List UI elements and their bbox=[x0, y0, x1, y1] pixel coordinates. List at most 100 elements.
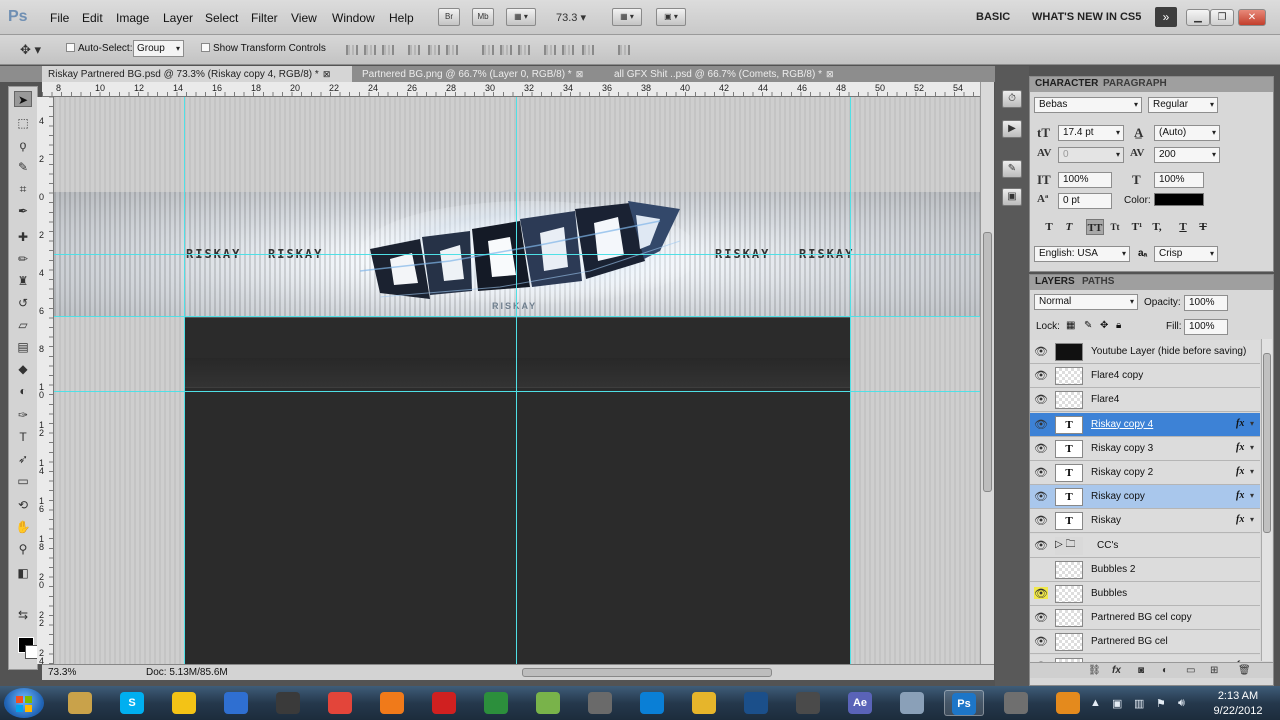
layer-row[interactable]: 👁︎ T Riskay copy 2 fx ▾ bbox=[1030, 461, 1260, 485]
tray-network-icon[interactable]: ▥ bbox=[1134, 697, 1144, 710]
close-tab-icon[interactable]: ⊠ bbox=[323, 69, 331, 79]
distribute-hcenter-icon[interactable] bbox=[562, 45, 574, 55]
tray-flag-icon[interactable]: ⚑ bbox=[1156, 697, 1166, 710]
guide-horizontal[interactable] bbox=[54, 254, 980, 255]
notepad-icon[interactable] bbox=[476, 690, 516, 716]
layers-scroll-thumb[interactable] bbox=[1263, 353, 1271, 533]
horizontal-scroll-thumb[interactable] bbox=[522, 668, 772, 677]
minimize-button[interactable]: ▁ bbox=[1186, 9, 1210, 26]
clone-source-panel-icon[interactable]: ▣ bbox=[1002, 188, 1022, 206]
layer-row[interactable]: 👁︎ Youtube Layer (hide before saving) bbox=[1030, 340, 1260, 364]
kerning-field[interactable]: 0 ▾ bbox=[1058, 147, 1124, 163]
window-icon[interactable] bbox=[892, 690, 932, 716]
layer-effects-icon[interactable]: fx bbox=[1236, 490, 1244, 501]
baseline-shift-field[interactable]: 0 pt bbox=[1058, 193, 1112, 209]
blend-mode-dropdown[interactable]: Normal ▾ bbox=[1034, 294, 1138, 310]
distribute-left-icon[interactable] bbox=[544, 45, 556, 55]
visibility-eye-icon[interactable] bbox=[1034, 563, 1048, 575]
new-group-icon[interactable]: ▭ bbox=[1186, 665, 1195, 676]
hand-tool-icon[interactable]: ✋ bbox=[14, 519, 32, 535]
media-icon[interactable] bbox=[1048, 690, 1088, 716]
chrome-icon[interactable] bbox=[320, 690, 360, 716]
tray-expand-icon[interactable]: ▲ bbox=[1090, 697, 1101, 709]
auto-select-checkbox[interactable] bbox=[66, 43, 75, 52]
lock-all-icon[interactable]: 🔒︎ bbox=[1116, 320, 1121, 331]
layer-row[interactable]: 👁︎ Bubbles bbox=[1030, 582, 1260, 606]
language-dropdown[interactable]: English: USA ▾ bbox=[1034, 246, 1130, 262]
layer-effects-icon[interactable]: fx bbox=[1236, 442, 1244, 453]
visibility-eye-icon[interactable]: 👁︎ bbox=[1034, 393, 1048, 406]
actions-panel-icon[interactable]: ▶ bbox=[1002, 120, 1022, 138]
gradient-tool-icon[interactable]: ▤ bbox=[14, 339, 32, 355]
expand-effects-icon[interactable]: ▾ bbox=[1250, 443, 1254, 452]
steam-icon[interactable] bbox=[736, 690, 776, 716]
new-layer-icon[interactable]: ⊞ bbox=[1210, 665, 1218, 676]
zoom-tool-icon[interactable]: ⚲ bbox=[14, 541, 32, 557]
teamviewer-icon[interactable] bbox=[632, 690, 672, 716]
antialias-dropdown[interactable]: Crisp ▾ bbox=[1154, 246, 1218, 262]
align-right-icon[interactable] bbox=[446, 45, 458, 55]
tab-paragraph[interactable]: PARAGRAPH bbox=[1103, 78, 1167, 89]
layer-row[interactable]: 👁︎ ▷ 🗀︎ CC's bbox=[1030, 533, 1260, 558]
screen-mode-button[interactable]: ▣ ▾ bbox=[656, 8, 686, 26]
shape-tool-icon[interactable]: ▭ bbox=[14, 473, 32, 489]
align-top-icon[interactable] bbox=[346, 45, 358, 55]
visibility-eye-icon[interactable]: 👁︎ bbox=[1034, 514, 1048, 527]
clock-date[interactable]: 9/22/2012 bbox=[1208, 705, 1268, 717]
visibility-eye-icon[interactable]: 👁︎ bbox=[1034, 345, 1048, 358]
marquee-tool-icon[interactable]: ⬚ bbox=[14, 115, 32, 131]
guide-vertical[interactable] bbox=[184, 97, 185, 664]
align-left-icon[interactable] bbox=[408, 45, 420, 55]
close-tab-icon[interactable]: ⊠ bbox=[576, 69, 584, 79]
layer-effects-icon[interactable]: fx bbox=[1236, 418, 1244, 429]
tools-icon[interactable] bbox=[996, 690, 1036, 716]
layer-row[interactable]: 👁︎ Flare4 bbox=[1030, 388, 1260, 413]
crop-tool-icon[interactable]: ⌗ bbox=[14, 181, 32, 197]
distribute-vcenter-icon[interactable] bbox=[500, 45, 512, 55]
guide-horizontal[interactable] bbox=[54, 316, 980, 317]
3d-rotate-tool-icon[interactable]: ⟲ bbox=[14, 497, 32, 513]
faux-bold-button[interactable]: T bbox=[1040, 219, 1058, 235]
distribute-bottom-icon[interactable] bbox=[518, 45, 530, 55]
delete-layer-icon[interactable]: 🗑︎ bbox=[1238, 665, 1251, 676]
layer-row[interactable]: 👁︎ T Riskay copy 4 fx ▾ bbox=[1030, 412, 1260, 437]
visibility-eye-icon[interactable]: 👁︎ bbox=[1034, 635, 1048, 648]
clone-stamp-tool-icon[interactable]: ♜ bbox=[14, 273, 32, 289]
tab-layers[interactable]: LAYERS bbox=[1035, 276, 1075, 287]
healing-brush-tool-icon[interactable]: ✚ bbox=[14, 229, 32, 245]
clock-time[interactable]: 2:13 AM bbox=[1208, 690, 1268, 702]
default-colors-icon[interactable]: ◧ bbox=[14, 565, 32, 581]
layers-scrollbar[interactable] bbox=[1261, 339, 1272, 661]
layer-row[interactable]: 👁︎ Partnered BG cel copy bbox=[1030, 606, 1260, 631]
horizontal-ruler[interactable]: 8 10 12 14 16 18 20 22 24 26 28 30 32 34 36 38 40 42 44 46 4… bbox=[42, 82, 980, 97]
superscript-button[interactable]: T¹ bbox=[1128, 219, 1146, 235]
visibility-eye-icon[interactable]: 👁︎ bbox=[1034, 539, 1048, 552]
menu-view[interactable]: View bbox=[291, 11, 317, 25]
bridge-button[interactable]: Br bbox=[438, 8, 460, 26]
start-button[interactable] bbox=[4, 688, 44, 718]
tab-riskay-partnered-bg[interactable]: Riskay Partnered BG.psd @ 73.3% (Riskay … bbox=[42, 66, 352, 82]
font-style-dropdown[interactable]: Regular ▾ bbox=[1148, 97, 1218, 113]
add-mask-icon[interactable]: ◙ bbox=[1138, 665, 1144, 676]
tab-paths[interactable]: PATHS bbox=[1082, 276, 1114, 287]
close-tab-icon[interactable]: ⊠ bbox=[826, 69, 834, 79]
horizontal-scale-field[interactable]: 100% bbox=[1154, 172, 1204, 188]
menu-filter[interactable]: Filter bbox=[251, 11, 278, 25]
adjustment-layer-icon[interactable]: ◐ bbox=[1162, 665, 1168, 676]
add-layer-style-icon[interactable]: fx bbox=[1112, 665, 1121, 676]
underline-button[interactable]: T bbox=[1174, 219, 1192, 235]
expand-effects-icon[interactable]: ▾ bbox=[1250, 467, 1254, 476]
vertical-ruler[interactable]: 42024681 01 21 41 61 82 02 22 42 6 bbox=[37, 97, 54, 704]
arrange-documents-button[interactable]: ▦ ▾ bbox=[612, 8, 642, 26]
pen-tool-icon[interactable]: ✑ bbox=[14, 407, 32, 423]
faux-italic-button[interactable]: T bbox=[1060, 219, 1078, 235]
move-tool-icon[interactable]: ➤ bbox=[14, 91, 32, 107]
menu-edit[interactable]: Edit bbox=[82, 11, 103, 25]
xsplit-icon[interactable] bbox=[268, 690, 308, 716]
brush-panel-icon[interactable]: ✎ bbox=[1002, 160, 1022, 178]
visibility-eye-icon[interactable]: 👁︎ bbox=[1034, 611, 1048, 624]
monitor-icon[interactable] bbox=[788, 690, 828, 716]
font-family-dropdown[interactable]: Bebas ▾ bbox=[1034, 97, 1142, 113]
vertical-scrollbar[interactable] bbox=[980, 82, 994, 664]
distribute-right-icon[interactable] bbox=[582, 45, 594, 55]
